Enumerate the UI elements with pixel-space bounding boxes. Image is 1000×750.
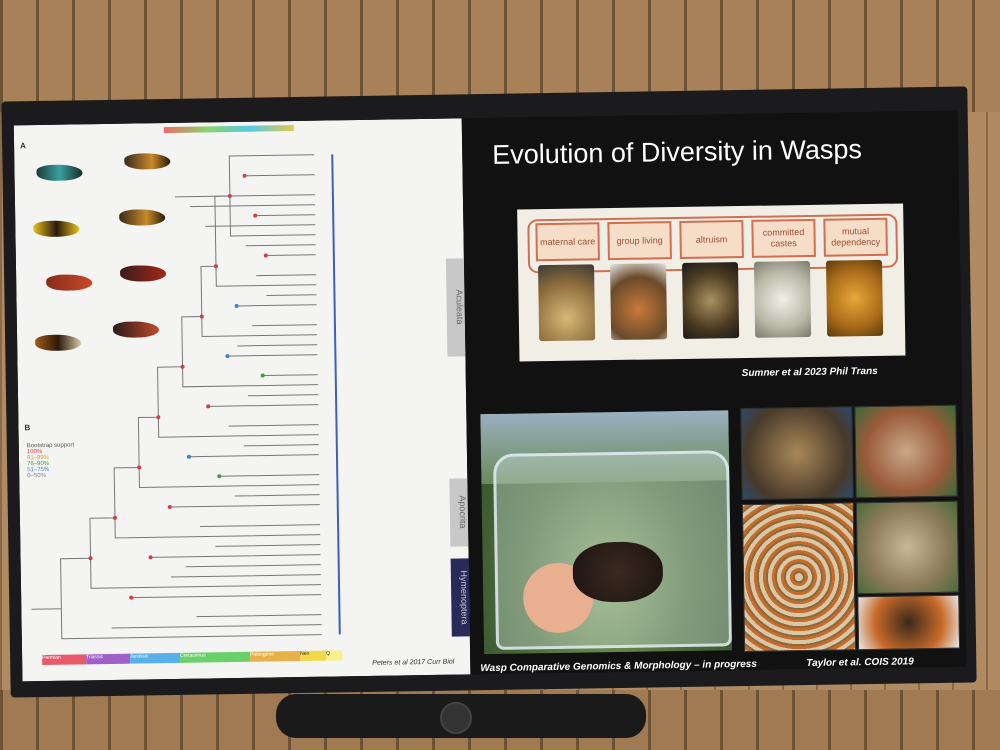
nest-photo xyxy=(854,404,958,499)
nest-photo-grid xyxy=(462,111,961,653)
geologic-time-scale: Permian Triassic Jurassic Cretaceous Pal… xyxy=(42,650,343,666)
nest-photo xyxy=(741,502,857,653)
tab-aculeata: Aculeata xyxy=(445,258,466,357)
stages-citation: Sumner et al 2023 Phil Trans xyxy=(741,365,878,380)
phylogenetic-tree xyxy=(31,154,341,640)
tv-monitor: A B Bootstrap support 100% 91–99% 76–90%… xyxy=(1,86,977,698)
wasp-specimen xyxy=(572,541,664,603)
period-jurassic: Jurassic xyxy=(130,652,181,664)
nest-photo-committed-castes xyxy=(753,260,812,338)
period-quaternary: Q xyxy=(326,650,343,661)
period-triassic: Triassic xyxy=(86,653,131,665)
social-evolution-stages: maternal care group living altruism comm… xyxy=(517,203,906,362)
stage-group-living: group living xyxy=(607,221,672,261)
stage-committed-castes: committed castes xyxy=(751,218,816,258)
nest-photo-altruism xyxy=(681,262,740,339)
period-cretaceous: Cretaceous xyxy=(180,651,251,663)
stage-altruism: altruism xyxy=(679,219,744,259)
tab-apocrita: Apocrita xyxy=(449,478,469,547)
period-permian: Permian xyxy=(42,654,87,666)
presentation-screen: A B Bootstrap support 100% 91–99% 76–90%… xyxy=(13,110,967,682)
nest-photo xyxy=(857,594,961,651)
wasp-in-cup-photo xyxy=(480,410,733,655)
stage-maternal-care: maternal care xyxy=(535,222,600,262)
nest-photo-maternal-care xyxy=(538,264,596,342)
photo-citation: Taylor et al. COIS 2019 xyxy=(806,656,914,670)
period-neogene: Neo xyxy=(300,650,327,661)
tab-hymenoptera: Hymenoptera xyxy=(450,558,470,637)
photo-caption: Wasp Comparative Genomics & Morphology –… xyxy=(480,658,757,675)
period-paleogene: Paleogene xyxy=(250,650,301,662)
nest-photo xyxy=(855,500,960,595)
nest-photo-group-living xyxy=(610,263,668,341)
slide-title: Evolution of Diversity in Wasps xyxy=(492,134,863,170)
phylogeny-panel: A B Bootstrap support 100% 91–99% 76–90%… xyxy=(13,118,471,682)
camera-lens-icon xyxy=(440,702,472,734)
time-colorbar xyxy=(163,125,294,134)
stage-mutual-dependency: mutual dependency xyxy=(823,217,888,257)
conference-camera xyxy=(276,694,646,738)
nest-photo-mutual-dependency xyxy=(825,259,884,337)
nest-photo xyxy=(740,406,854,501)
slide-panel: Evolution of Diversity in Wasps maternal… xyxy=(461,110,967,675)
figure-citation: Peters et al 2017 Curr Biol xyxy=(372,658,455,667)
